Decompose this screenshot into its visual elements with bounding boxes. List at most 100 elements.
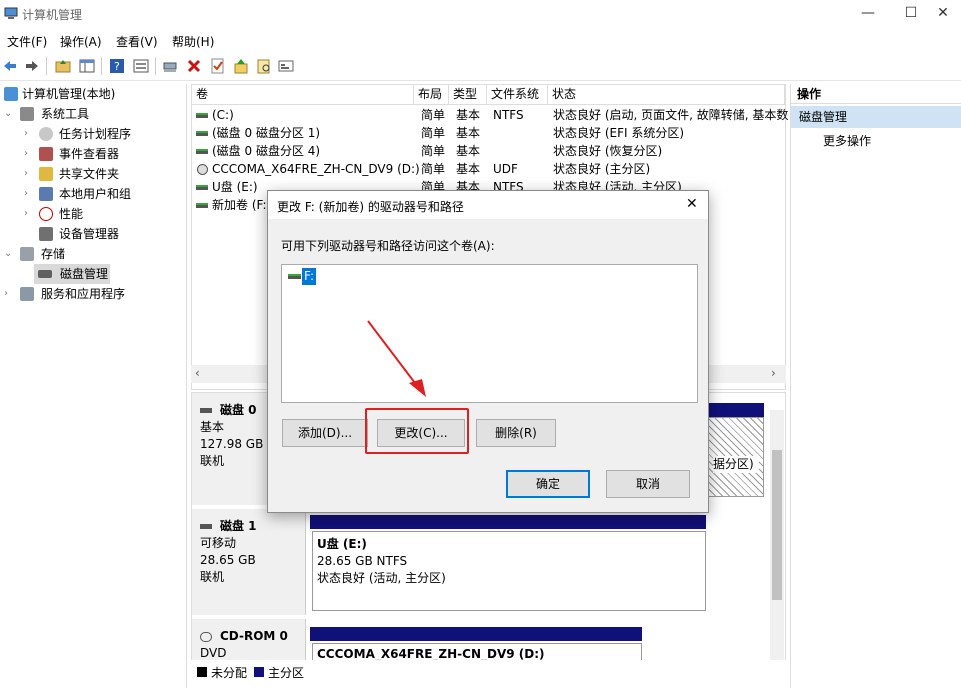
drive-path-list[interactable]: F: xyxy=(281,264,698,403)
disk-icon xyxy=(200,408,212,413)
window-title: 计算机管理 xyxy=(22,8,83,22)
partition-u-disk[interactable]: U盘 (E:) 28.65 GB NTFS 状态良好 (活动, 主分区) xyxy=(312,531,706,611)
chevron-right-icon[interactable]: › xyxy=(24,124,34,144)
minimize-button[interactable]: — xyxy=(845,0,891,28)
menu-file[interactable]: 文件(F) xyxy=(7,33,47,50)
tools-icon xyxy=(20,107,34,121)
services-icon xyxy=(20,287,34,301)
change-drive-letter-dialog: 更改 F: (新加卷) 的驱动器号和路径 ✕ 可用下列驱动器号和路径访问这个卷(… xyxy=(267,190,709,513)
show-hide-tree-icon[interactable] xyxy=(79,58,95,74)
dialog-title-bar: 更改 F: (新加卷) 的驱动器号和路径 ✕ xyxy=(268,191,708,219)
table-row[interactable]: CCCOMA_X64FRE_ZH-CN_DV9 (D:) 简单 基本 UDF 状态良好 … xyxy=(192,160,785,178)
actions-section[interactable]: 磁盘管理 xyxy=(791,106,961,128)
users-icon xyxy=(39,187,53,201)
menu-view[interactable]: 查看(V) xyxy=(116,33,158,50)
close-button[interactable]: ✕ xyxy=(920,0,961,28)
tree-performance[interactable]: › 性能 xyxy=(24,204,184,224)
dialog-label: 可用下列驱动器号和路径访问这个卷(A): xyxy=(281,239,495,253)
storage-icon xyxy=(20,247,34,261)
search-icon[interactable] xyxy=(256,58,272,74)
add-button[interactable]: 添加(D)... xyxy=(282,419,368,447)
actions-header: 操作 xyxy=(791,84,961,104)
cdrom-icon xyxy=(200,631,212,642)
legend-unallocated: 未分配 xyxy=(211,666,248,680)
delete-icon[interactable] xyxy=(186,58,202,74)
forward-icon[interactable] xyxy=(24,58,40,74)
table-row[interactable]: (C:) 简单 基本 NTFS 状态良好 (启动, 页面文件, 故障转储, 基本数 xyxy=(192,106,788,124)
partition-bar xyxy=(310,515,706,529)
title-bar: 计算机管理 — ☐ ✕ xyxy=(0,0,961,28)
table-row[interactable]: (磁盘 0 磁盘分区 1) 简单 基本 状态良好 (EFI 系统分区) xyxy=(192,124,785,142)
red-arrow-icon xyxy=(367,320,426,397)
help-icon[interactable]: ? xyxy=(109,58,125,74)
tree-root[interactable]: 计算机管理(本地) xyxy=(4,84,184,104)
menu-help[interactable]: 帮助(H) xyxy=(172,33,214,50)
col-volume[interactable]: 卷 xyxy=(192,85,414,105)
chevron-right-icon[interactable]: › xyxy=(24,184,34,204)
more-actions-link[interactable]: 更多操作 xyxy=(823,132,871,150)
tree-disk-management[interactable]: 磁盘管理 xyxy=(34,264,110,284)
chevron-right-icon[interactable]: › xyxy=(4,284,14,304)
tree-event-viewer[interactable]: › 事件查看器 xyxy=(24,144,184,164)
highlight-box xyxy=(365,408,469,454)
menu-bar: 文件(F) 操作(A) 查看(V) 帮助(H) xyxy=(0,28,961,52)
disk-1-info[interactable]: 磁盘 1 可移动 28.65 GB 联机 xyxy=(192,509,306,615)
remove-button[interactable]: 删除(R) xyxy=(476,419,556,447)
scroll-right-icon[interactable]: › xyxy=(771,366,776,380)
ok-button[interactable]: 确定 xyxy=(506,470,590,498)
cancel-button[interactable]: 取消 xyxy=(606,470,690,498)
menu-action[interactable]: 操作(A) xyxy=(60,33,102,50)
chevron-right-icon[interactable]: › xyxy=(24,204,34,224)
chevron-right-icon[interactable]: › xyxy=(24,164,34,184)
up-folder-icon[interactable] xyxy=(55,58,71,74)
actions-pane: 操作 磁盘管理 更多操作 xyxy=(790,84,961,688)
cdrom-0-info[interactable]: CD-ROM 0 DVD xyxy=(192,619,306,663)
tree-local-users[interactable]: › 本地用户和组 xyxy=(24,184,184,204)
partition-box[interactable]: 据分区) xyxy=(708,417,764,497)
performance-icon xyxy=(39,207,53,221)
dialog-close-icon[interactable]: ✕ xyxy=(686,196,698,212)
export-icon[interactable] xyxy=(233,58,249,74)
table-row[interactable]: (磁盘 0 磁盘分区 4) 简单 基本 状态良好 (恢复分区) xyxy=(192,142,785,160)
disk-icon xyxy=(38,270,52,278)
tree-task-scheduler[interactable]: › 任务计划程序 xyxy=(24,124,184,144)
partition-bar xyxy=(708,403,764,417)
tree-services[interactable]: › 服务和应用程序 xyxy=(4,284,184,304)
computer-icon xyxy=(4,87,18,101)
device-manager-icon xyxy=(39,227,53,241)
legend-bar: 未分配 主分区 xyxy=(191,660,786,688)
computer-management-icon xyxy=(4,7,18,19)
tree-device-manager[interactable]: 设备管理器 xyxy=(24,224,184,244)
legend-primary: 主分区 xyxy=(268,666,305,680)
chevron-right-icon[interactable]: › xyxy=(24,144,34,164)
col-layout[interactable]: 布局 xyxy=(414,85,449,105)
col-status[interactable]: 状态 xyxy=(548,85,785,105)
partition-bar xyxy=(310,627,642,641)
back-icon[interactable] xyxy=(2,58,18,74)
toolbar: ? xyxy=(0,52,961,81)
clock-icon xyxy=(39,127,53,141)
shared-folder-icon xyxy=(39,167,53,181)
tree-shared-folders[interactable]: › 共享文件夹 xyxy=(24,164,184,184)
chevron-down-icon[interactable]: ⌄ xyxy=(4,244,14,264)
scroll-left-icon[interactable]: ‹ xyxy=(195,366,200,380)
scroll-thumb[interactable] xyxy=(772,450,782,600)
vertical-scrollbar[interactable] xyxy=(770,410,784,660)
navigation-tree: 计算机管理(本地) ⌄ 系统工具 › 任务计划程序 › 事件查看器 › 共享文件… xyxy=(0,84,187,688)
event-log-icon xyxy=(39,147,53,161)
col-filesystem[interactable]: 文件系统 xyxy=(487,85,548,105)
disk-icon xyxy=(200,524,212,529)
connect-icon[interactable] xyxy=(162,58,178,74)
tree-storage[interactable]: ⌄ 存储 xyxy=(4,244,184,264)
tree-system-tools[interactable]: ⌄ 系统工具 xyxy=(4,104,184,124)
properties-icon[interactable] xyxy=(133,58,149,74)
col-type[interactable]: 类型 xyxy=(449,85,487,105)
svg-text:?: ? xyxy=(114,60,120,73)
list-item[interactable]: F: xyxy=(288,268,320,285)
check-icon[interactable] xyxy=(210,58,226,74)
dialog-title: 更改 F: (新加卷) 的驱动器号和路径 xyxy=(277,200,464,214)
chevron-down-icon[interactable]: ⌄ xyxy=(4,104,14,124)
refresh-icon[interactable] xyxy=(278,58,294,74)
primary-swatch xyxy=(254,667,264,677)
drive-icon xyxy=(288,274,301,279)
